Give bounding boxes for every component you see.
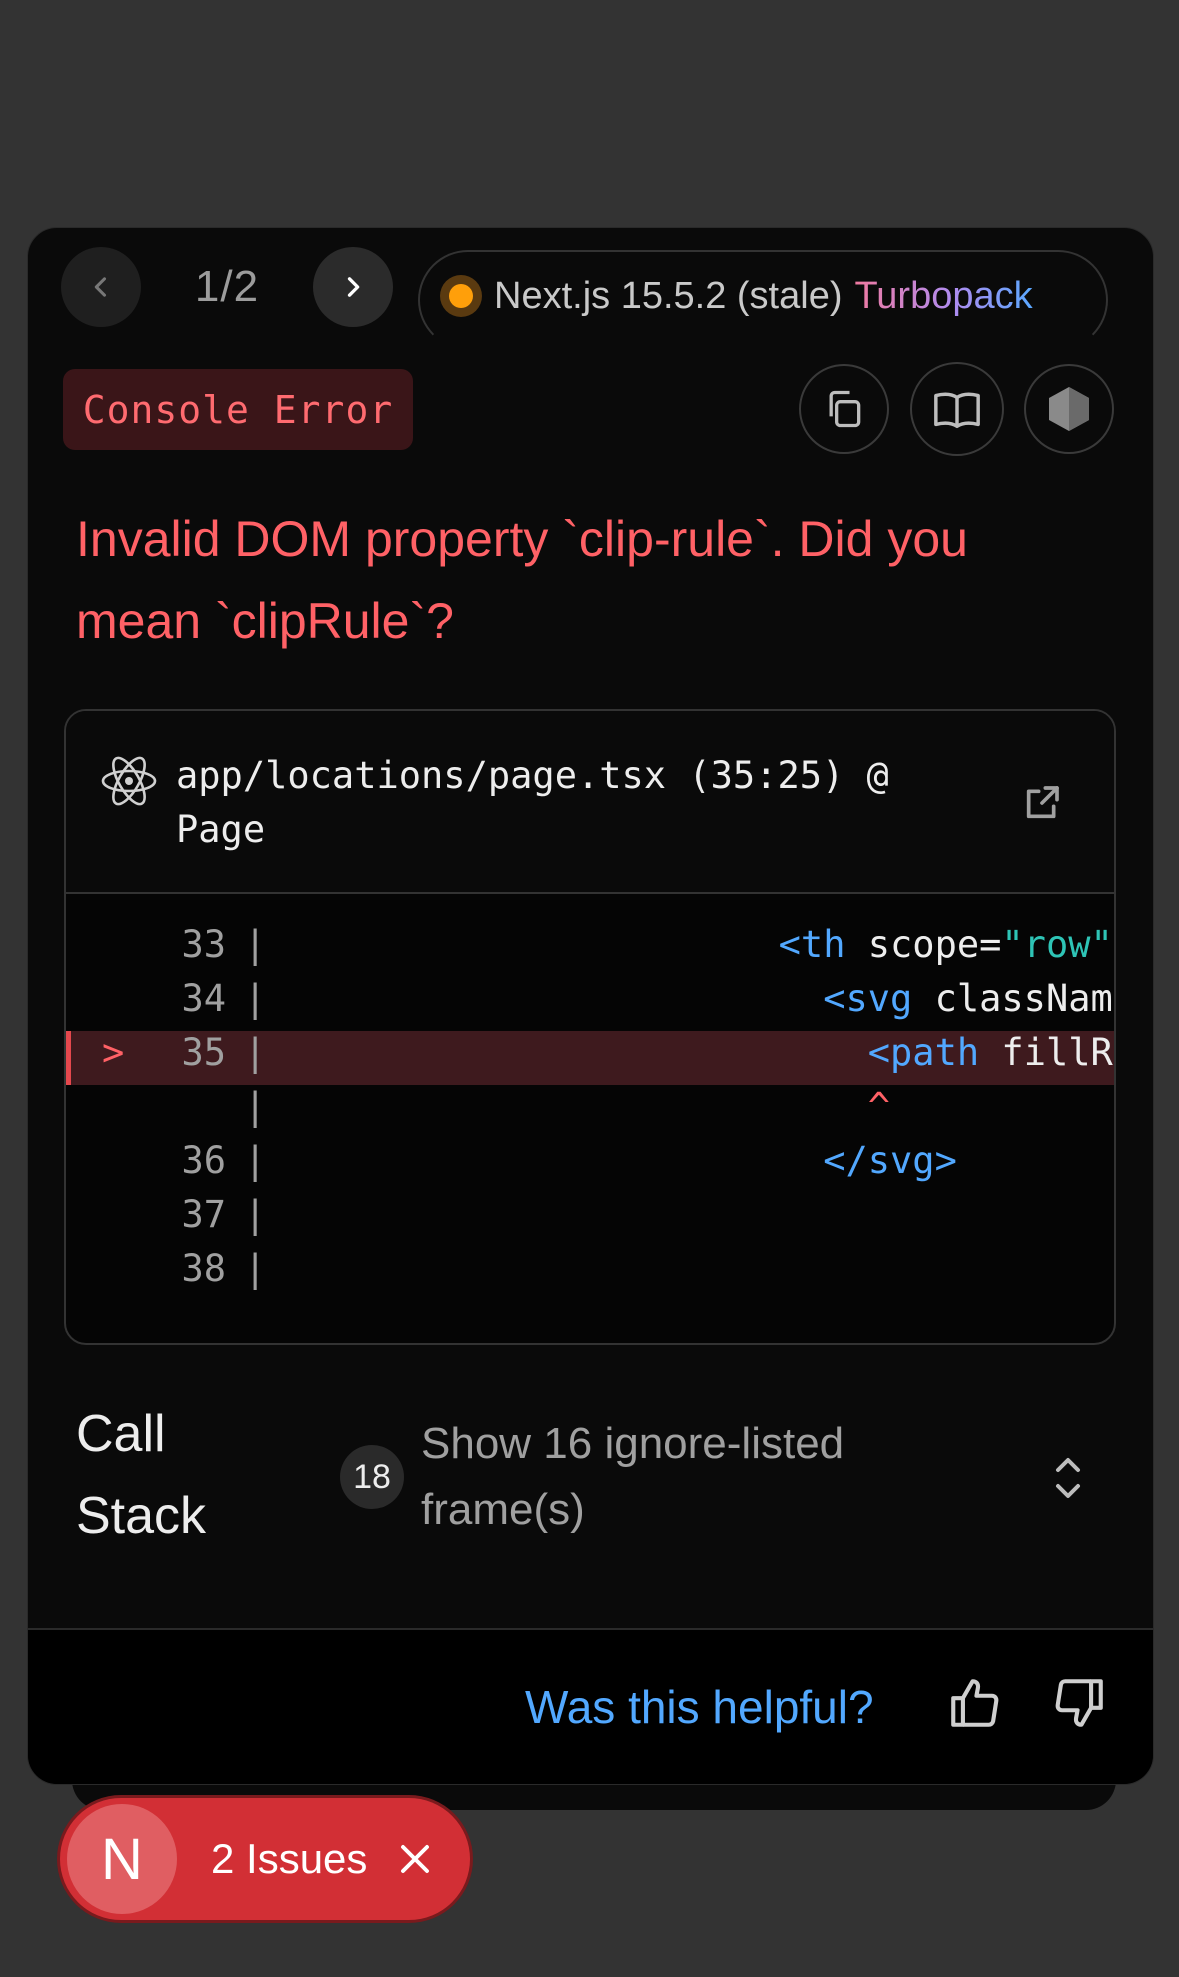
code-token-tag: <path [867,1031,980,1074]
thumbs-down-icon[interactable] [1050,1674,1108,1732]
code-token-attr: classNam [912,977,1113,1020]
code-line: 38 | [66,1247,1114,1301]
next-error-button[interactable] [313,247,393,327]
code-token-str: "row" [1001,923,1113,966]
ignored-frames-label-line1: Show 16 ignore-listed [421,1419,845,1468]
code-line: 37 | [66,1193,1114,1247]
copy-icon [829,390,861,428]
previous-error-button[interactable] [61,247,141,327]
error-pager: 1/2 [61,247,393,327]
call-stack-title-line1: Call [76,1405,166,1463]
code-token-attr: fillR [979,1031,1113,1074]
code-token-caret: ^ [867,1085,891,1128]
node-inspector-button[interactable] [1024,364,1114,454]
frame-count-badge: 18 [340,1445,404,1509]
pager-count: 1/2 [194,262,260,311]
code-content [244,1193,289,1236]
code-line: 33 | <th scope="row" [66,923,1114,977]
line-number: 33 [181,923,226,966]
nodejs-icon [1049,387,1089,431]
version-label: Next.js 15.5.2 (stale) [494,275,843,317]
line-number: 38 [181,1247,226,1290]
source-function: Page [176,808,266,851]
code-line: | ^ [66,1085,1114,1139]
code-frame: app/locations/page.tsx (35:25) @ Page 33… [64,709,1116,1345]
call-stack-title: Call Stack [76,1393,206,1557]
code-token-pre [289,1139,824,1182]
code-token-tag: <th [778,923,846,966]
stale-status-icon [440,275,482,317]
line-number: 35 [181,1031,226,1074]
line-number: 34 [181,977,226,1020]
code-line: 34 | <svg classNam [66,977,1114,1031]
line-number: 36 [181,1139,226,1182]
expand-collapse-icon[interactable] [1050,1454,1086,1502]
line-number: 37 [181,1193,226,1236]
code-token-pre [289,1031,868,1074]
issues-count-label[interactable]: 2 Issues [211,1835,367,1883]
thumbs-up-icon[interactable] [946,1674,1004,1732]
code-token-pre [289,977,824,1020]
react-icon [101,756,157,806]
error-message: Invalid DOM property `clip-rule`. Did yo… [76,511,968,649]
chevron-left-icon [94,277,107,297]
copy-button[interactable] [799,364,889,454]
code-token-tag: <svg [823,977,913,1020]
code-token-attr: scope= [845,923,1002,966]
feedback-footer: Was this helpful? [28,1628,1153,1784]
ignored-frames-label-line2: frame(s) [421,1485,585,1534]
code-token-pre [289,923,779,966]
show-ignored-frames-button[interactable]: Show 16 ignore-listed frame(s) [421,1411,901,1543]
code-content: <svg classNam [244,977,1113,1020]
code-content: ^ [244,1085,890,1128]
call-stack-title-line2: Stack [76,1487,207,1545]
code-lines: 33 | <th scope="row" 34 | <svg classNam >35 |… [66,923,1114,1301]
code-content: </svg> [244,1139,957,1182]
close-icon[interactable] [397,1841,433,1877]
error-type-badge: Console Error [63,369,413,450]
source-location[interactable]: app/locations/page.tsx (35:25) @ Page [176,749,976,857]
code-frame-header: app/locations/page.tsx (35:25) @ Page [66,711,1114,894]
open-in-editor-icon[interactable] [1022,783,1062,823]
code-token-pre [289,1085,868,1128]
chevron-right-icon [347,277,360,297]
docs-button[interactable] [910,362,1004,456]
book-icon [934,392,980,429]
nextjs-logo[interactable]: N [67,1804,177,1914]
error-overlay: 1/2 Next.js 15.5.2 (stale) Turbopack Con… [27,227,1154,1785]
code-line: 36 | </svg> [66,1139,1114,1193]
code-content: <path fillR [244,1031,1113,1074]
code-content: <th scope="row" [244,923,1113,966]
issues-badge[interactable]: N 2 Issues [60,1798,470,1920]
code-content [244,1247,289,1290]
source-path: app/locations/page.tsx (35:25) @ [176,754,889,797]
feedback-prompt: Was this helpful? [525,1681,874,1733]
code-token-tag: </svg> [823,1139,957,1182]
bundler-label: Turbopack [854,275,1033,317]
code-line: >35 | <path fillR [66,1031,1114,1085]
version-badge[interactable]: Next.js 15.5.2 (stale) Turbopack [418,250,1108,350]
